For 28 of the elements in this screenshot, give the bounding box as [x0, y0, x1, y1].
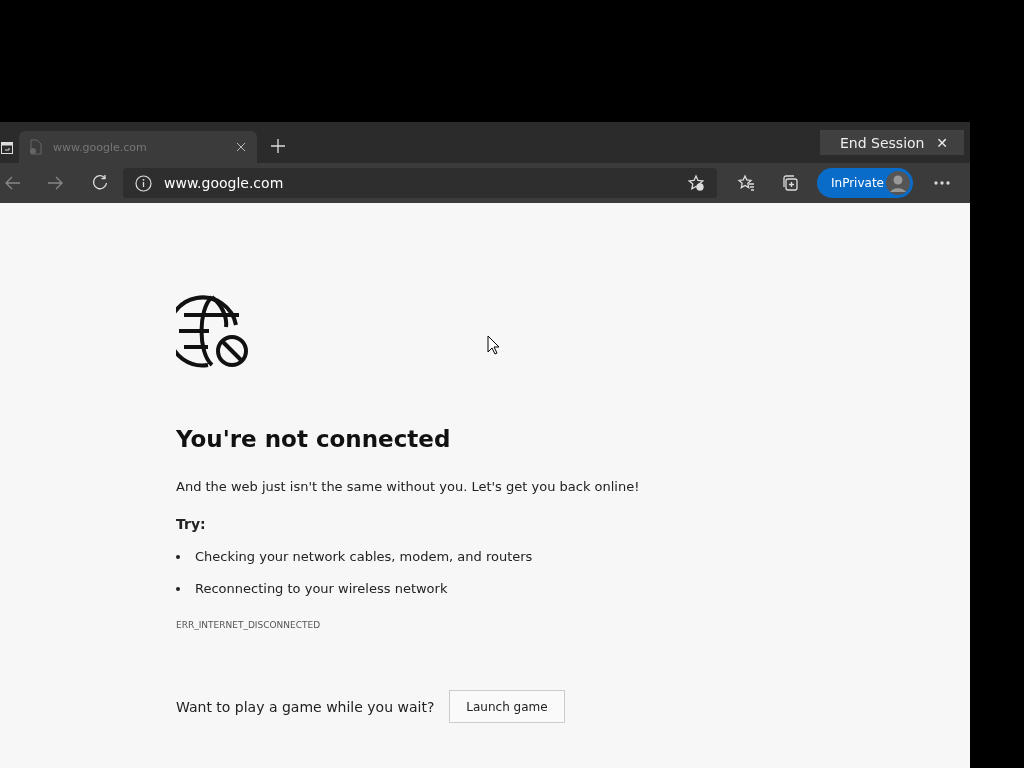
- close-tab-icon[interactable]: [235, 141, 247, 153]
- new-tab-icon[interactable]: [269, 137, 287, 155]
- bullet-icon: [176, 586, 180, 591]
- suggestion-text: Checking your network cables, modem, and routers: [195, 549, 533, 564]
- error-message: And the web just isn't the same without you. Let's get you back online!: [176, 479, 641, 494]
- launch-game-button[interactable]: Launch game: [449, 690, 565, 723]
- game-prompt: Want to play a game while you wait?: [176, 698, 435, 715]
- add-favorite-icon[interactable]: [687, 174, 705, 192]
- url-text: www.google.com: [164, 175, 285, 191]
- bullet-icon: [176, 554, 180, 559]
- suggestion-text: Reconnecting to your wireless network: [195, 581, 448, 596]
- refresh-icon[interactable]: [91, 174, 109, 192]
- info-icon[interactable]: [135, 174, 152, 192]
- favorites-icon[interactable]: [737, 174, 755, 192]
- tab-actions-icon[interactable]: [1, 142, 13, 154]
- tab-title: www.google.com: [53, 140, 148, 154]
- collections-icon[interactable]: [781, 174, 799, 192]
- try-label: Try:: [176, 516, 207, 532]
- error-code: ERR_INTERNET_DISCONNECTED: [176, 620, 322, 630]
- page-icon: [29, 139, 43, 155]
- globe-blocked-icon: [176, 295, 249, 368]
- inprivate-button[interactable]: InPrivate: [817, 168, 913, 198]
- cursor-icon: [487, 335, 500, 355]
- forward-icon[interactable]: [46, 174, 64, 192]
- end-session-button[interactable]: End Session ✕: [820, 130, 964, 155]
- avatar-icon: [886, 171, 910, 195]
- address-bar[interactable]: www.google.com: [123, 168, 717, 198]
- error-heading: You're not connected: [176, 426, 452, 452]
